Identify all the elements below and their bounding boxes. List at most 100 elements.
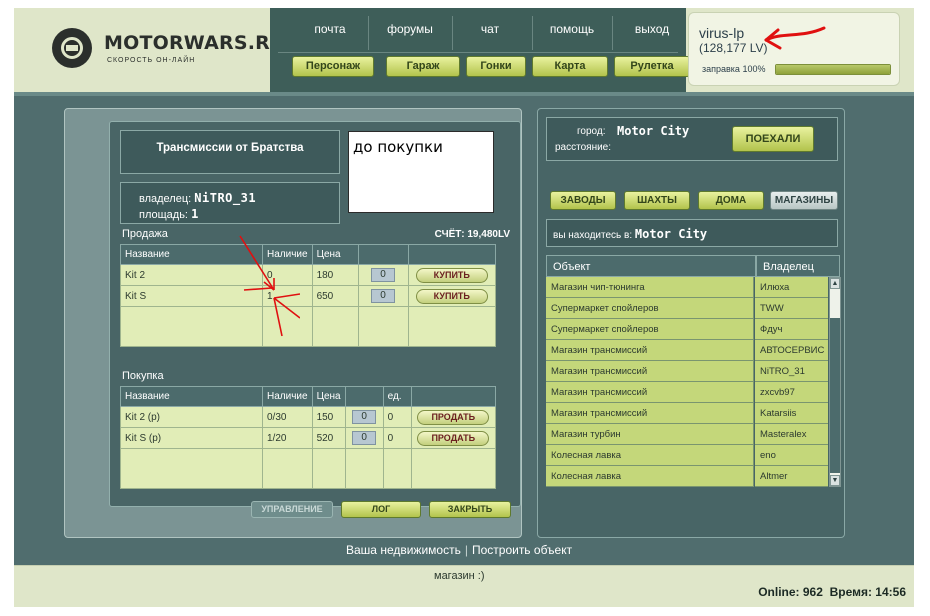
list-item[interactable]: Супермаркет спойлеров Фдуч: [546, 319, 828, 340]
item-stock: 1/20: [262, 427, 313, 449]
object-owner: zxcvb97: [755, 382, 828, 403]
column-header: Наличие: [262, 244, 313, 265]
nav-link-exit[interactable]: выход: [612, 22, 692, 36]
sale-table: Название Наличие Цена Kit 2 0 180 0 КУПИ…: [120, 244, 497, 347]
quantity-input[interactable]: 0: [371, 268, 396, 282]
object-name: Колесная лавка: [546, 466, 754, 487]
list-item[interactable]: Магазин трансмиссий Katarsiis: [546, 403, 828, 424]
owner-value: NiTRO_31: [194, 191, 257, 205]
list-item[interactable]: Магазин чип-тюнинга Илюха: [546, 277, 828, 298]
scroll-up-icon[interactable]: ▲: [830, 278, 840, 289]
nav-link-chat[interactable]: чат: [450, 22, 530, 36]
item-price: 650: [311, 285, 359, 307]
object-name: Магазин чип-тюнинга: [546, 277, 754, 298]
nav-separator: [368, 16, 369, 50]
go-button[interactable]: ПОЕХАЛИ: [732, 126, 814, 152]
list-item[interactable]: Магазин трансмиссий NiTRO_31: [546, 361, 828, 382]
nav-button-roulette[interactable]: Рулетка: [614, 56, 690, 77]
buy-button[interactable]: КУПИТЬ: [415, 288, 488, 304]
location-label: вы находитесь в:: [553, 230, 633, 241]
fuel-fill: [776, 65, 890, 74]
nav-link-forums[interactable]: форумы: [370, 22, 450, 36]
category-mines[interactable]: ШАХТЫ: [624, 191, 690, 210]
table-row: Kit S 1 650 0 КУПИТЬ: [120, 285, 497, 307]
object-name: Супермаркет спойлеров: [546, 319, 754, 340]
nav-link-mail[interactable]: почта: [290, 22, 370, 36]
owner-box: владелец: NiTRO_31 площадь: 1: [120, 182, 340, 224]
fuel-bar: [775, 64, 891, 75]
nav-link-help[interactable]: помощь: [532, 22, 612, 36]
object-owner: Masteralex: [755, 424, 828, 445]
column-header: Цена: [311, 386, 346, 407]
user-name[interactable]: virus-lp: [699, 25, 744, 41]
item-unit: 0: [382, 406, 412, 428]
buy-table: Название Наличие Цена ед. Kit 2 (p) 0/30…: [120, 386, 497, 489]
table-row-empty: [120, 306, 497, 347]
nav-button-character[interactable]: Персонаж: [292, 56, 374, 77]
item-unit: 0: [382, 427, 412, 449]
online-count: Online: 962: [758, 585, 823, 599]
item-stock: 1: [262, 285, 313, 307]
list-item[interactable]: Колесная лавка eno: [546, 445, 828, 466]
object-name: Магазин трансмиссий: [546, 382, 754, 403]
quantity-input[interactable]: 0: [371, 289, 396, 303]
list-item[interactable]: Колесная лавка Altmer: [546, 466, 828, 487]
my-property-link[interactable]: Ваша недвижимость: [346, 543, 461, 557]
city-value: Motor City: [617, 124, 690, 138]
category-houses[interactable]: ДОМА: [698, 191, 764, 210]
object-owner: NiTRO_31: [755, 361, 828, 382]
list-item[interactable]: Супермаркет спойлеров TWW: [546, 298, 828, 319]
close-button[interactable]: ЗАКРЫТЬ: [429, 501, 511, 518]
table-row-empty: [120, 448, 497, 489]
table-header: Название Наличие Цена: [120, 244, 497, 265]
distance-label: расстояние:: [555, 142, 612, 153]
column-header: [407, 244, 497, 265]
object-name: Супермаркет спойлеров: [546, 298, 754, 319]
sale-label: Продажа: [122, 228, 168, 240]
sell-button[interactable]: ПРОДАТЬ: [417, 409, 490, 425]
scroll-thumb[interactable]: [830, 318, 840, 473]
sell-button[interactable]: ПРОДАТЬ: [417, 430, 490, 446]
status-bar: магазин :) Online: 962 Время: 14:56: [14, 565, 914, 607]
account-balance: СЧЁТ: 19,480LV: [434, 229, 510, 240]
table-row: Kit S (p) 1/20 520 0 0 ПРОДАТЬ: [120, 427, 497, 449]
list-scrollbar[interactable]: ▲ ▼: [829, 277, 841, 487]
category-shops[interactable]: МАГАЗИНЫ: [770, 191, 838, 210]
object-owner: Altmer: [755, 466, 828, 487]
manage-button[interactable]: УПРАВЛЕНИЕ: [251, 501, 333, 518]
list-item[interactable]: Магазин турбин Masteralex: [546, 424, 828, 445]
list-item[interactable]: Магазин трансмиссий zxcvb97: [546, 382, 828, 403]
quantity-input[interactable]: 0: [352, 431, 377, 445]
logo[interactable]: MOTORWARS.RU СКОРОСТЬ ОН-ЛАЙН: [14, 8, 285, 92]
list-item[interactable]: Магазин трансмиссий АВТОСЕРВИС: [546, 340, 828, 361]
buy-label: Покупка: [122, 370, 164, 382]
build-object-link[interactable]: Построить объект: [472, 543, 572, 557]
item-name: Kit 2 (p): [120, 406, 263, 428]
area-label: площадь:: [139, 209, 188, 221]
table-header: Название Наличие Цена ед.: [120, 386, 497, 407]
footer-separator: |: [464, 543, 468, 557]
object-name: Колесная лавка: [546, 445, 754, 466]
nav-button-garage[interactable]: Гараж: [386, 56, 460, 77]
column-header-owner: Владелец: [756, 255, 840, 277]
footer-links: Ваша недвижимость | Построить объект: [346, 543, 572, 557]
owner-label: владелец:: [139, 193, 192, 205]
nav-button-races[interactable]: Гонки: [466, 56, 526, 77]
scroll-down-icon[interactable]: ▼: [830, 475, 840, 486]
table-row: Kit 2 0 180 0 КУПИТЬ: [120, 264, 497, 286]
object-owner: АВТОСЕРВИС: [755, 340, 828, 361]
log-button[interactable]: ЛОГ: [341, 501, 421, 518]
fuel-label: заправка 100%: [702, 64, 766, 74]
object-name: Магазин турбин: [546, 424, 754, 445]
buy-button[interactable]: КУПИТЬ: [415, 267, 488, 283]
category-factories[interactable]: ЗАВОДЫ: [550, 191, 616, 210]
caption: магазин :): [434, 570, 485, 582]
site-header: MOTORWARS.RU СКОРОСТЬ ОН-ЛАЙН почта фору…: [14, 8, 914, 92]
object-owner: Фдуч: [755, 319, 828, 340]
table-row: Kit 2 (p) 0/30 150 0 0 ПРОДАТЬ: [120, 406, 497, 428]
quantity-input[interactable]: 0: [352, 410, 377, 424]
user-box: virus-lp (128,177 LV) заправка 100%: [688, 12, 900, 86]
column-header: ед.: [382, 386, 412, 407]
main-nav: почта форумы чат помощь выход Персонаж Г…: [270, 8, 690, 92]
nav-button-map[interactable]: Карта: [532, 56, 608, 77]
